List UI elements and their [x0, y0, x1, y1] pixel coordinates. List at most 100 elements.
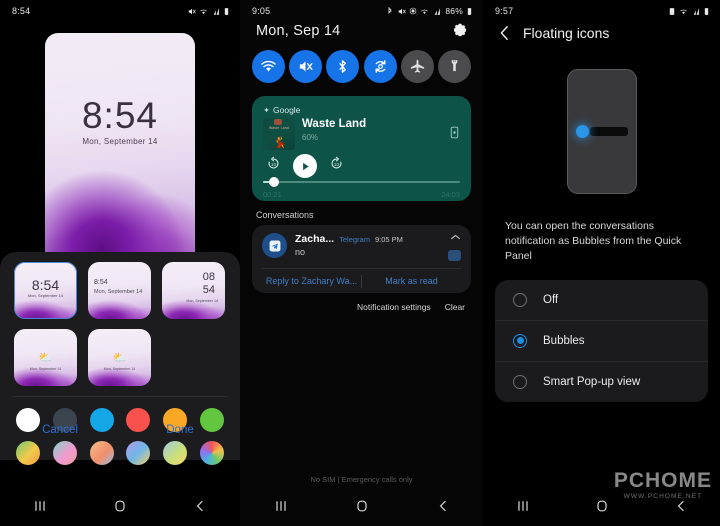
- reply-action[interactable]: Reply to Zachary Wa...: [262, 269, 361, 293]
- thumb-date: Mon, September 14: [103, 367, 136, 371]
- clock-style-grid: 8:54 Mon, September 14 8:54 Mon, Septemb…: [0, 262, 240, 386]
- chevron-left-icon[interactable]: [498, 25, 511, 41]
- media-seek-bar[interactable]: [263, 177, 460, 187]
- back-icon[interactable]: [192, 498, 208, 514]
- mark-as-read-action[interactable]: Mark as read: [362, 269, 461, 293]
- thumb-minute: 54: [202, 284, 215, 296]
- status-icons: 86%: [386, 6, 473, 16]
- album-art: Waste Land 💃: [263, 118, 295, 150]
- clock-style-left[interactable]: 8:54 Mon, September 14: [88, 262, 151, 319]
- rewind-10-button[interactable]: 10: [266, 156, 281, 176]
- navigation-bar-3: [483, 486, 720, 526]
- quick-panel-date: Mon, Sep 14: [256, 22, 341, 39]
- status-time: 9:57: [495, 6, 514, 16]
- gear-icon[interactable]: [452, 22, 469, 39]
- album-art-figure: 💃: [273, 137, 287, 149]
- recents-icon[interactable]: [515, 498, 531, 514]
- option-smart-popup-view[interactable]: Smart Pop-up view: [495, 360, 708, 402]
- toggle-wifi[interactable]: [252, 50, 285, 83]
- output-device-button[interactable]: [449, 126, 460, 144]
- notification-card[interactable]: Zacha... Telegram 9:05 PM no Reply to Za…: [252, 225, 471, 293]
- wifi-icon: [200, 9, 207, 14]
- wallpaper-preview[interactable]: 8:54 Mon, September 14: [45, 33, 195, 258]
- status-icons: [187, 7, 230, 16]
- signal-icon: [693, 7, 699, 15]
- status-time: 8:54: [12, 6, 31, 16]
- media-app-name: Google: [273, 105, 301, 115]
- toggle-sound-mute[interactable]: [289, 50, 323, 83]
- play-pause-button[interactable]: [293, 154, 317, 178]
- google-cast-icon: [263, 107, 270, 112]
- page-title: Floating icons: [523, 25, 610, 41]
- radio-button-selected[interactable]: [513, 333, 527, 348]
- forward-10-icon: 10: [331, 156, 342, 169]
- media-elapsed: 00:21: [263, 190, 282, 199]
- screen-floating-icons-settings: 9:57 Floating icons You can open the con…: [483, 0, 720, 526]
- recents-icon[interactable]: [32, 498, 48, 514]
- signal-icon: [213, 7, 219, 15]
- quick-panel-header: Mon, Sep 14: [252, 18, 471, 50]
- option-bubbles[interactable]: Bubbles: [495, 319, 708, 361]
- bluetooth-icon: [388, 6, 392, 14]
- option-off[interactable]: Off: [495, 280, 708, 320]
- clock-style-stacked[interactable]: 08 54 Mon, September 14: [162, 262, 225, 319]
- mute-icon: [300, 61, 313, 72]
- seek-handle[interactable]: [268, 177, 279, 187]
- home-icon[interactable]: [354, 498, 370, 514]
- clear-button[interactable]: Clear: [445, 302, 465, 312]
- quick-panel-footer: Notification settings Clear: [252, 293, 471, 312]
- sim-icon: [669, 7, 675, 15]
- toggle-bluetooth[interactable]: [326, 50, 360, 83]
- notification-settings-button[interactable]: Notification settings: [357, 302, 431, 312]
- back-icon[interactable]: [673, 498, 689, 514]
- media-player-card[interactable]: Google Waste Land 💃 Waste Land 60% 10 10…: [252, 96, 471, 201]
- play-icon: [302, 162, 309, 170]
- replay-10-icon: 10: [268, 156, 279, 169]
- toggle-auto-rotate[interactable]: [363, 50, 397, 83]
- toggle-airplane-mode[interactable]: [400, 50, 434, 83]
- clock-style-weather-center[interactable]: ⛅ Mon, September 14: [88, 329, 151, 386]
- weather-icon: ⛅: [112, 352, 127, 364]
- option-label: Bubbles: [543, 334, 585, 347]
- album-art-label: Waste Land: [269, 126, 289, 130]
- recents-icon[interactable]: [273, 498, 289, 514]
- status-time: 9:05: [252, 6, 271, 16]
- home-icon[interactable]: [112, 498, 128, 514]
- floating-icons-preview: [566, 69, 637, 194]
- navigation-bar-1: [0, 486, 240, 526]
- thumb-time: 8:54: [94, 279, 108, 286]
- clock-style-weather-left[interactable]: ⛅ Mon, September 14: [14, 329, 77, 386]
- media-info-row: Waste Land 💃 Waste Land 60%: [263, 118, 460, 150]
- wifi-icon: [680, 9, 687, 14]
- thumb-date: Mon, September 14: [94, 289, 143, 295]
- done-button[interactable]: Done: [120, 424, 240, 436]
- cancel-button[interactable]: Cancel: [0, 424, 120, 436]
- preview-bubble-dot: [575, 125, 589, 138]
- status-bar-1: 8:54: [0, 0, 240, 18]
- notification-time: 9:05 PM: [374, 235, 403, 244]
- battery-icon: [467, 7, 472, 15]
- clock-style-centered[interactable]: 8:54 Mon, September 14: [14, 262, 77, 319]
- app-name: Telegram: [339, 235, 370, 244]
- svg-text:10: 10: [271, 162, 276, 167]
- bluetooth-icon: [339, 60, 347, 73]
- forward-10-button[interactable]: 10: [329, 156, 344, 176]
- preview-clock-time: 8:54: [81, 95, 158, 136]
- thumb-time: 8:54: [31, 277, 60, 293]
- back-icon[interactable]: [435, 498, 451, 514]
- radio-button[interactable]: [513, 374, 527, 389]
- home-icon[interactable]: [594, 498, 610, 514]
- navigation-bar-2: [240, 486, 483, 526]
- toggle-flashlight[interactable]: [437, 50, 471, 83]
- flashlight-icon: [451, 60, 458, 72]
- bubble-toggle-icon[interactable]: [448, 250, 461, 261]
- battery-icon: [704, 7, 709, 15]
- media-artist: 60%: [302, 133, 319, 143]
- app-avatar: [262, 233, 287, 258]
- thumb-date: Mon, September 14: [27, 293, 64, 298]
- status-bar-3: 9:57: [483, 0, 720, 18]
- radio-button[interactable]: [513, 292, 527, 307]
- location-icon: [410, 7, 417, 15]
- chevron-up-icon[interactable]: [450, 233, 461, 241]
- notification-header-line: Zacha... Telegram 9:05 PM: [295, 233, 440, 245]
